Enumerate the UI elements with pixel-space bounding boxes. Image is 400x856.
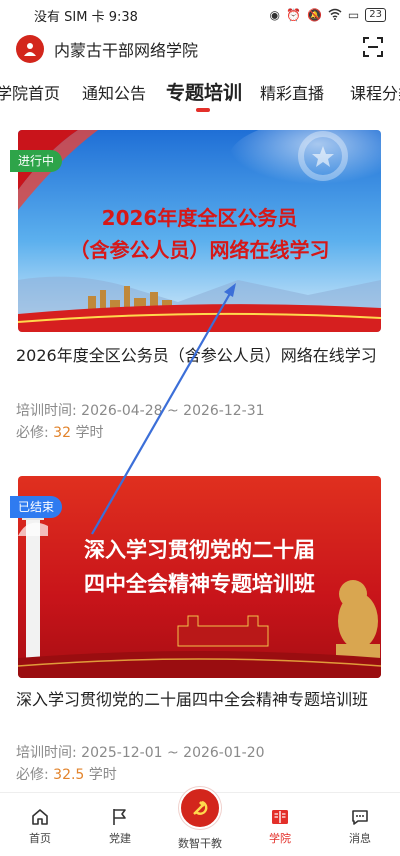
tab-live[interactable]: 精彩直播 — [260, 80, 324, 104]
banner-heading-line1: 2026年度全区公务员 — [101, 206, 298, 230]
status-badge: 进行中 — [10, 150, 63, 172]
party-emblem-icon — [179, 787, 221, 829]
active-tab-indicator — [196, 108, 210, 112]
banner-heading-line2: 四中全会精神专题培训班 — [84, 572, 315, 596]
training-title[interactable]: 2026年度全区公务员（含参公人员）网络在线学习 — [16, 344, 384, 368]
app-title: 内蒙古干部网络学院 — [54, 41, 199, 60]
status-icons: ◉ ⏰ 🔕 ▭ 23 — [270, 8, 386, 23]
tab-college-home[interactable]: 学院首页 — [0, 80, 60, 104]
training-period: 培训时间: 2025-12-01 ~ 2026-01-20 — [16, 742, 265, 762]
training-banner-image[interactable]: 深入学习贯彻党的二十届 四中全会精神专题培训班 — [18, 476, 381, 678]
flag-icon — [113, 809, 126, 825]
required-hours: 必修: 32.5 学时 — [16, 764, 117, 784]
training-banner-image[interactable]: 2026年度全区公务员 （含参公人员）网络在线学习 — [18, 130, 381, 332]
nav-party[interactable]: 党建 — [90, 807, 150, 846]
banner-heading-line2: （含参公人员）网络在线学习 — [69, 238, 330, 262]
training-card[interactable]: 已结束 深入学习贯彻党的二十届 四中全会精神专题培训班 深入学习贯彻党的二十届四… — [0, 466, 400, 792]
status-time: 没有 SIM 卡 9:38 — [34, 9, 138, 25]
home-icon — [32, 809, 48, 825]
nav-smart-education-label: 数智干教 — [178, 837, 222, 850]
tab-special-training[interactable]: 专题培训 — [166, 78, 242, 105]
tab-course-categories[interactable]: 课程分类 — [350, 80, 400, 104]
scan-icon[interactable] — [362, 36, 384, 62]
book-icon — [272, 810, 288, 824]
bottom-navigation: 首页 党建 数智干教 学院 消息 — [0, 787, 400, 856]
wifi-icon — [328, 8, 342, 23]
app-header: 内蒙古干部网络学院 — [0, 30, 400, 68]
mute-icon: 🔕 — [306, 8, 322, 22]
required-label: 必修: — [16, 425, 49, 441]
nav-messages[interactable]: 消息 — [330, 807, 390, 846]
status-badge: 已结束 — [10, 496, 63, 518]
training-period-value: 2025-12-01 ~ 2026-01-20 — [81, 745, 265, 761]
training-feed[interactable]: 进行中 2026年度全区公务员 （含参公人员）网络在线学习 2026年度全区公务… — [0, 118, 400, 792]
banner-heading-line1: 深入学习贯彻党的二十届 — [84, 538, 315, 562]
nav-party-label: 党建 — [109, 832, 131, 845]
hours-unit: 学时 — [75, 425, 104, 441]
required-label: 必修: — [16, 767, 49, 783]
hours-value: 32.5 — [53, 767, 85, 783]
status-bar: 没有 SIM 卡 9:38 ◉ ⏰ 🔕 ▭ 23 — [0, 0, 400, 30]
nav-messages-label: 消息 — [349, 832, 371, 845]
nav-smart-education[interactable]: 数智干教 — [170, 787, 230, 856]
message-icon — [352, 810, 368, 825]
screen-icon: ▭ — [347, 8, 360, 22]
nav-college-label: 学院 — [269, 832, 291, 845]
training-period-value: 2026-04-28 ~ 2026-12-31 — [81, 403, 265, 419]
training-title[interactable]: 深入学习贯彻党的二十届四中全会精神专题培训班 — [16, 688, 384, 712]
alarm-icon: ⏰ — [286, 8, 301, 22]
nav-home[interactable]: 首页 — [10, 807, 70, 846]
hours-value: 32 — [53, 425, 71, 441]
category-tabs: 学院首页 通知公告 专题培训 精彩直播 课程分类 — [0, 72, 400, 114]
tab-notices[interactable]: 通知公告 — [82, 80, 146, 104]
training-period-label: 培训时间: — [16, 403, 77, 419]
nav-college[interactable]: 学院 — [250, 807, 310, 846]
training-card[interactable]: 进行中 2026年度全区公务员 （含参公人员）网络在线学习 2026年度全区公务… — [0, 118, 400, 458]
required-hours: 必修: 32 学时 — [16, 422, 103, 442]
nav-home-label: 首页 — [29, 832, 51, 845]
college-logo-icon — [16, 35, 44, 63]
eye-icon: ◉ — [269, 8, 281, 22]
battery-icon: 23 — [365, 8, 386, 22]
training-period: 培训时间: 2026-04-28 ~ 2026-12-31 — [16, 400, 265, 420]
hours-unit: 学时 — [88, 767, 117, 783]
training-period-label: 培训时间: — [16, 745, 77, 761]
